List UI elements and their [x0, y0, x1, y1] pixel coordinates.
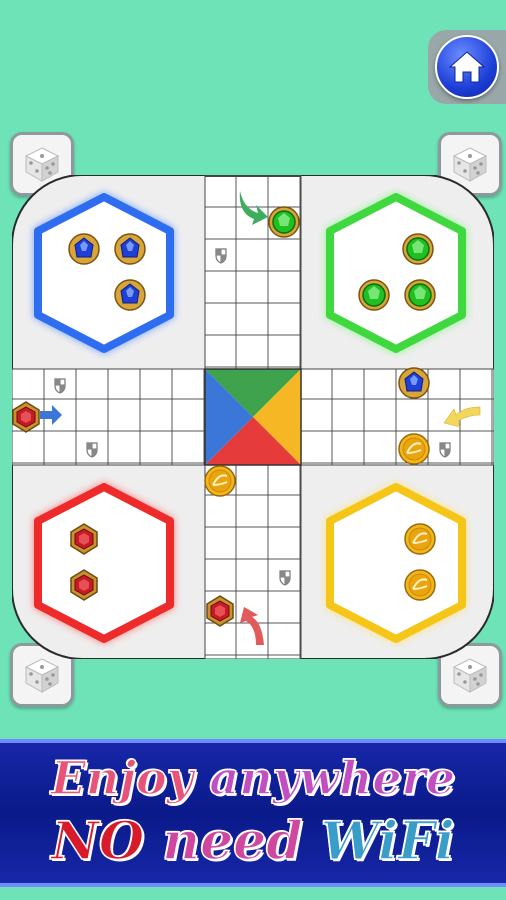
yellow-piece[interactable] — [398, 433, 430, 465]
promo-word: anywhere — [209, 750, 456, 806]
promo-word: WiFi — [320, 810, 455, 873]
promo-word: NO — [51, 810, 145, 873]
blue-piece[interactable] — [114, 279, 146, 311]
safe-shield-icon — [436, 440, 454, 458]
bottom-strip — [0, 887, 506, 900]
base-green — [326, 193, 466, 353]
home-icon — [435, 35, 499, 99]
home-button[interactable] — [428, 30, 506, 104]
base-yellow — [326, 483, 466, 643]
blue-piece[interactable] — [398, 367, 430, 399]
green-piece[interactable] — [402, 233, 434, 265]
safe-shield-icon — [212, 246, 230, 264]
blue-piece[interactable] — [68, 233, 100, 265]
promo-line-1: Enjoy anywhere — [0, 750, 506, 806]
yellow-piece[interactable] — [204, 465, 236, 497]
dice-icon — [452, 658, 488, 693]
promo-word: need — [162, 810, 304, 873]
green-piece[interactable] — [404, 279, 436, 311]
promo-line-2: NO need WiFi — [0, 810, 506, 873]
base-blue — [34, 193, 174, 353]
safe-shield-icon — [51, 376, 69, 394]
green-piece[interactable] — [268, 206, 300, 238]
safe-shield-icon — [276, 568, 294, 586]
center-home — [204, 368, 302, 466]
base-red — [34, 483, 174, 643]
promo-banner: Enjoy anywhere NO need WiFi — [0, 739, 506, 887]
yellow-piece[interactable] — [404, 569, 436, 601]
safe-shield-icon — [83, 440, 101, 458]
ludo-board — [12, 175, 494, 659]
promo-word: Enjoy — [50, 750, 194, 806]
track-top — [204, 175, 302, 370]
dice-icon — [24, 658, 60, 693]
yellow-piece[interactable] — [404, 523, 436, 555]
green-piece[interactable] — [358, 279, 390, 311]
blue-piece[interactable] — [114, 233, 146, 265]
